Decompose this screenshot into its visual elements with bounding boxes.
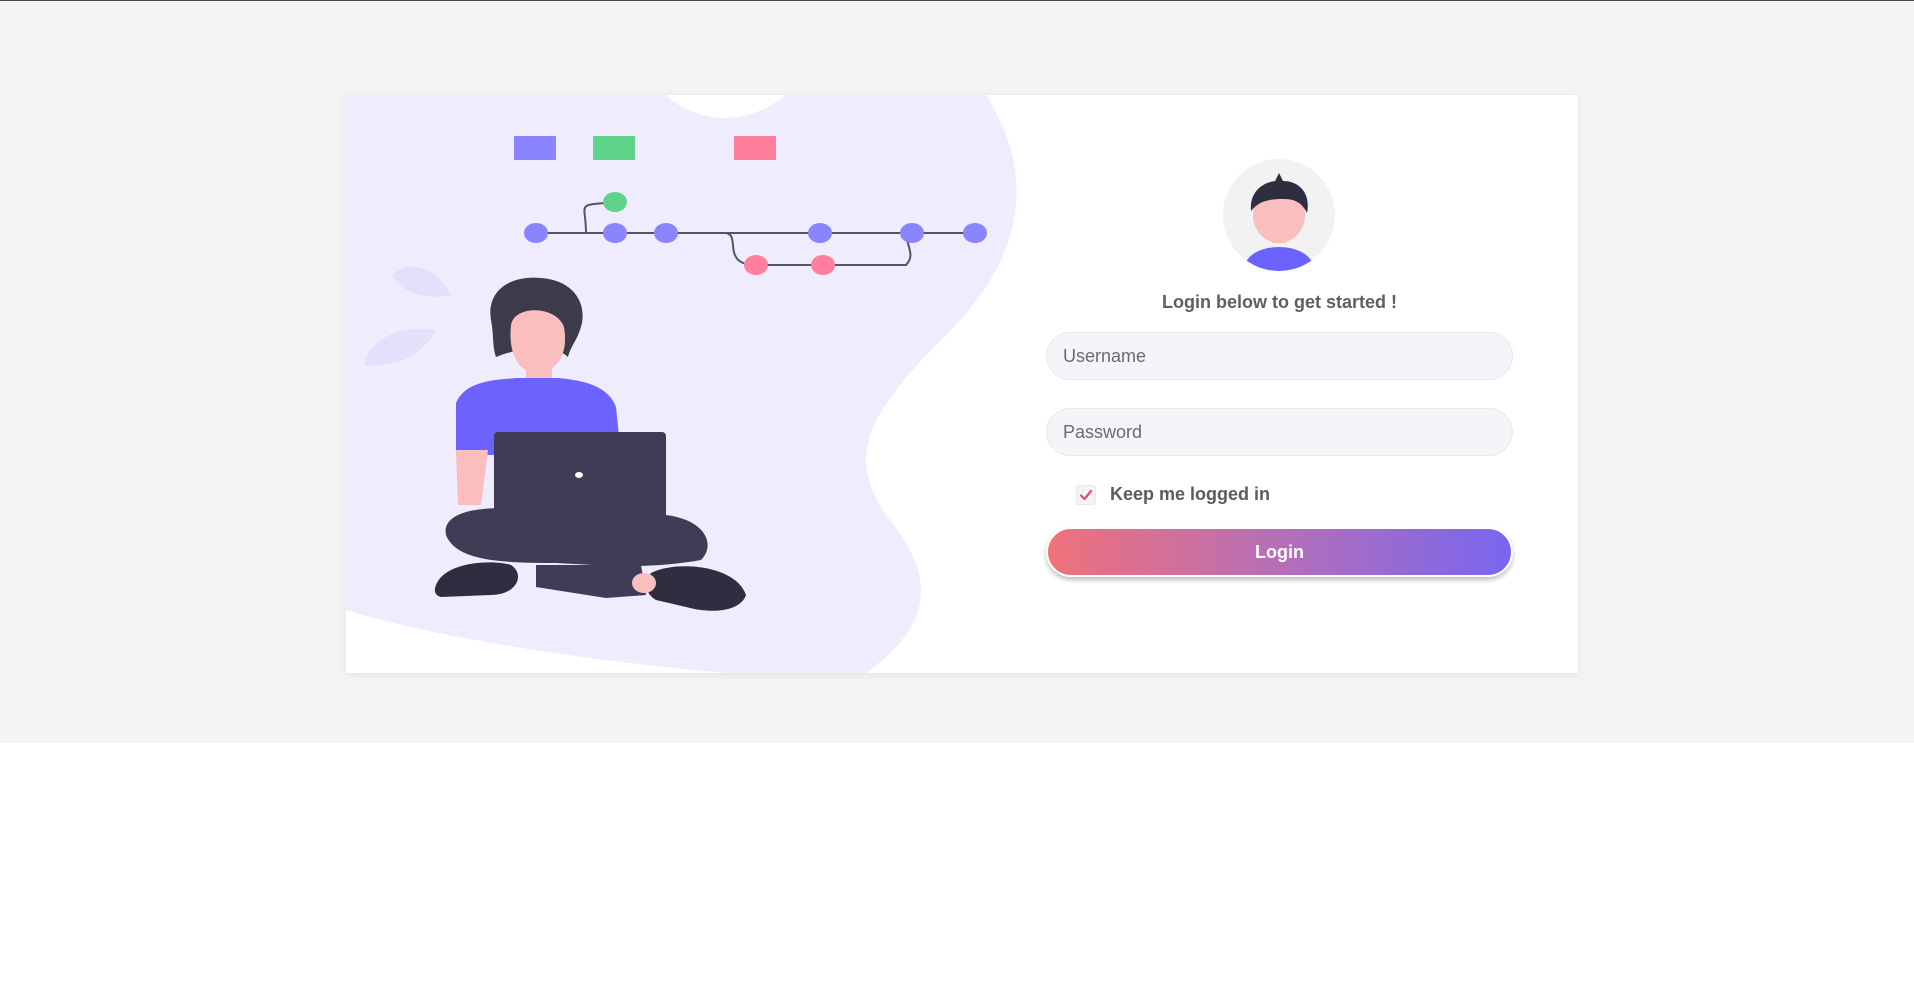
graph-node: [900, 223, 924, 243]
login-card: Login below to get started ! Keep me log…: [346, 95, 1578, 673]
graph-node: [654, 223, 678, 243]
user-avatar-icon: [1223, 159, 1335, 271]
person-legs: [445, 508, 708, 567]
graph-node-green: [603, 192, 627, 212]
graph-node: [524, 223, 548, 243]
keep-logged-in-option[interactable]: Keep me logged in: [1076, 484, 1270, 505]
graph-node: [963, 223, 987, 243]
person-with-laptop-illustration: [346, 95, 1026, 673]
username-field[interactable]: [1046, 332, 1513, 380]
illustration-svg: [346, 95, 1017, 673]
graph-node: [603, 223, 627, 243]
person-hand: [632, 573, 656, 593]
graph-node-pink: [744, 255, 768, 275]
graph-square-pink: [734, 136, 776, 160]
password-field[interactable]: [1046, 408, 1513, 456]
checkmark-icon: [1079, 489, 1093, 500]
person-face: [510, 310, 566, 373]
login-heading: Login below to get started !: [1162, 292, 1397, 312]
login-button[interactable]: Login: [1046, 527, 1513, 577]
graph-square-purple: [514, 136, 556, 160]
graph-node-pink: [811, 255, 835, 275]
graph-node: [808, 223, 832, 243]
login-form: Login below to get started ! Keep me log…: [1046, 95, 1578, 673]
keep-logged-in-checkbox[interactable]: [1076, 484, 1096, 505]
graph-square-green: [593, 136, 635, 160]
laptop-logo: [575, 472, 583, 478]
keep-logged-in-label: Keep me logged in: [1110, 484, 1271, 504]
